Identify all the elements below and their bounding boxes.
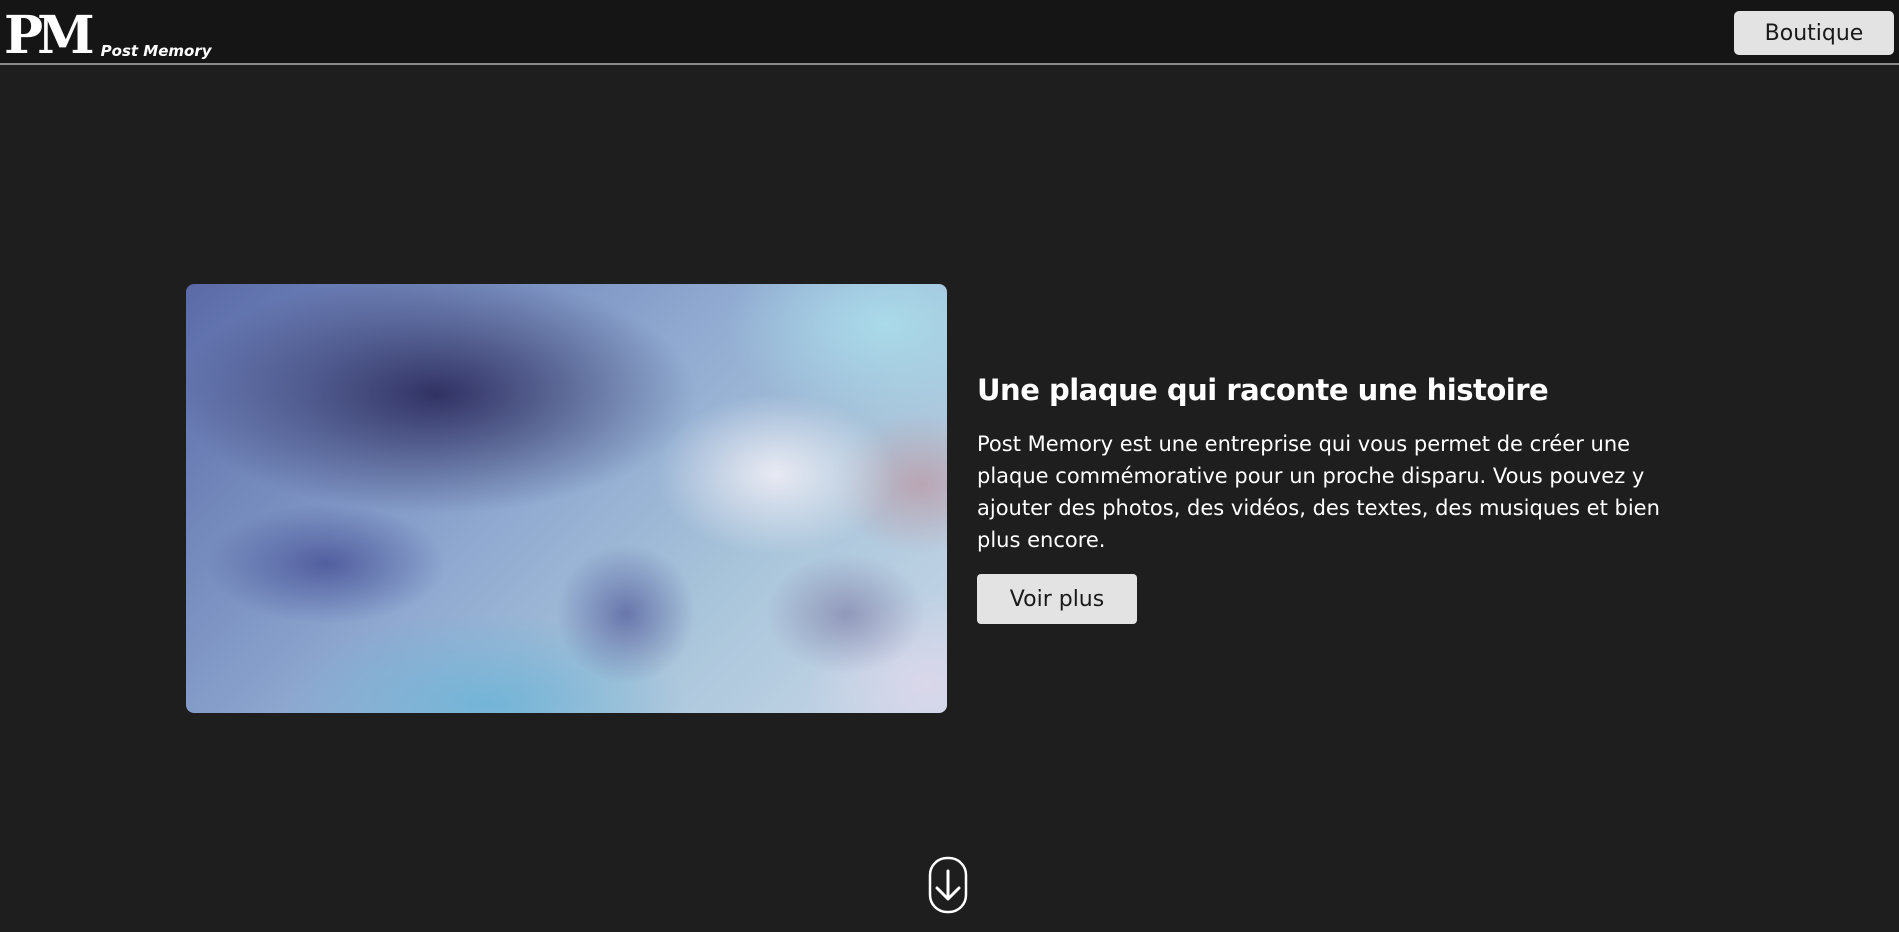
top-navigation-bar: PM Post Memory Boutique	[0, 0, 1899, 65]
voir-plus-button[interactable]: Voir plus	[977, 574, 1137, 624]
arrow-down-circle-icon[interactable]	[928, 856, 968, 914]
hero-description: Post Memory est une entreprise qui vous …	[977, 432, 1660, 552]
hero-content: Une plaque qui raconte une histoire Post…	[977, 370, 1677, 624]
post-memory-logo[interactable]: PM Post Memory	[4, 6, 212, 62]
logo-monogram: PM	[4, 5, 95, 66]
logo-text: Post Memory	[100, 42, 212, 60]
hero-title: Une plaque qui raconte une histoire	[977, 373, 1549, 407]
boutique-button[interactable]: Boutique	[1734, 11, 1894, 55]
hero-image	[186, 284, 947, 713]
